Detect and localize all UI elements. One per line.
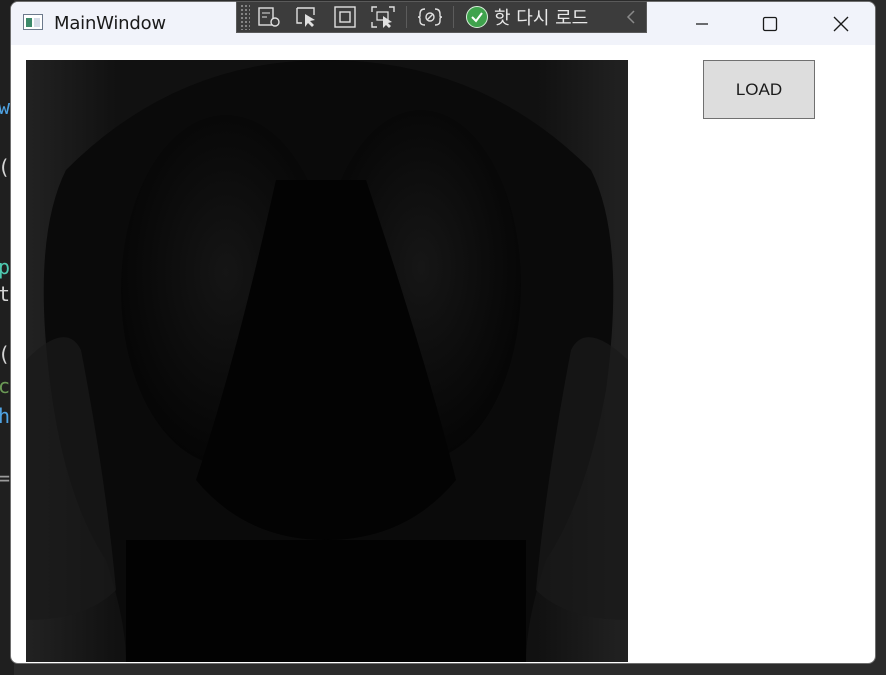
xaml-debug-toolbar: 핫 다시 로드 — [236, 1, 647, 33]
select-element-button[interactable] — [288, 2, 326, 32]
binding-failures-icon — [417, 8, 443, 26]
code-fragment: w — [0, 95, 11, 119]
code-fragment: = — [0, 466, 11, 490]
app-window-icon — [23, 14, 43, 30]
select-element-icon — [296, 7, 315, 27]
check-icon — [466, 6, 488, 28]
collapse-toolbar-button[interactable] — [624, 8, 638, 31]
code-fragment: h — [0, 404, 11, 428]
window-title: MainWindow — [54, 13, 166, 34]
track-focused-element-button[interactable] — [364, 2, 402, 32]
code-fragment: c — [0, 374, 11, 398]
code-fragment: ( — [0, 342, 10, 366]
code-fragment: ( — [0, 155, 10, 179]
chest-xray-image — [26, 60, 628, 662]
close-button[interactable] — [806, 2, 875, 45]
display-layout-adorners-button[interactable] — [326, 2, 364, 32]
minimize-icon — [696, 22, 708, 25]
track-focused-element-icon — [371, 6, 395, 28]
maximize-icon — [762, 16, 778, 31]
display-layout-adorners-icon — [334, 6, 356, 28]
binding-failures-button[interactable] — [411, 2, 449, 32]
live-visual-tree-icon — [258, 7, 280, 27]
toolbar-separator — [406, 6, 407, 28]
live-visual-tree-button[interactable] — [250, 2, 288, 32]
code-fragment: p — [0, 255, 11, 279]
xray-picture — [26, 60, 628, 662]
hot-reload-status[interactable]: 핫 다시 로드 — [466, 4, 588, 30]
chevron-left-icon — [626, 10, 635, 24]
minimize-button[interactable] — [667, 2, 737, 45]
main-window: MainWindow LOAD — [10, 1, 876, 664]
toolbar-grip-handle[interactable] — [240, 4, 250, 30]
maximize-button[interactable] — [735, 2, 805, 45]
load-button[interactable]: LOAD — [703, 60, 815, 119]
close-icon — [833, 16, 849, 31]
toolbar-separator — [453, 6, 454, 28]
hot-reload-label: 핫 다시 로드 — [494, 8, 589, 29]
